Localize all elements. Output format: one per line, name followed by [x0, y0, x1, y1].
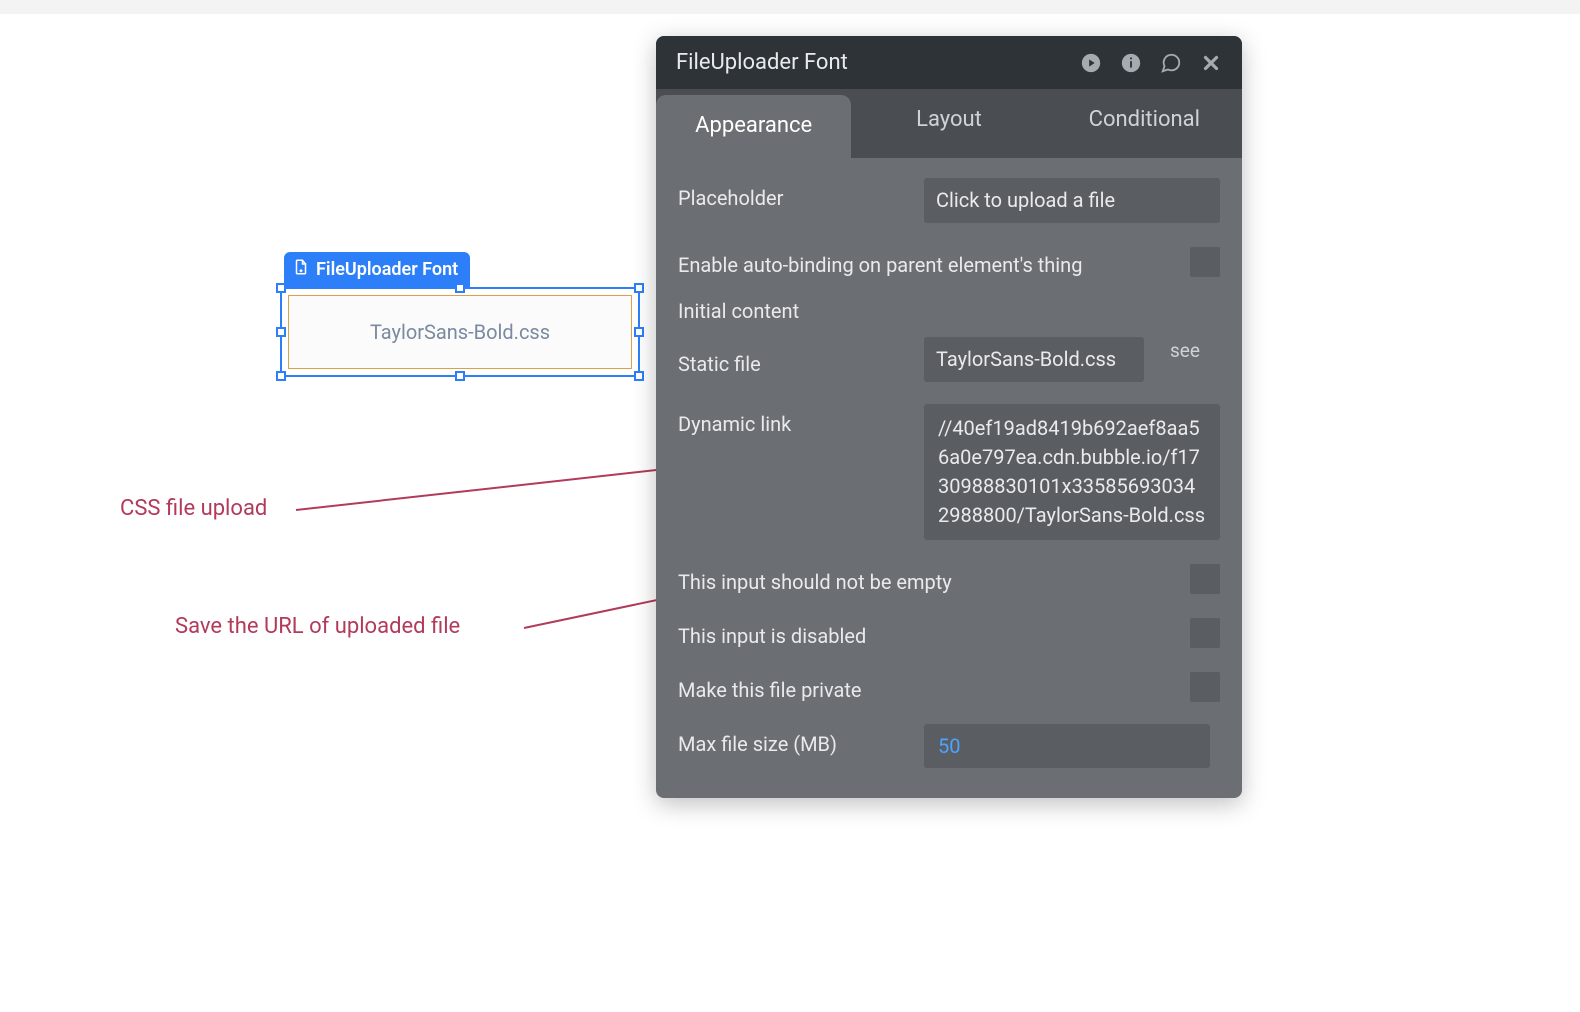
resize-handle[interactable]	[276, 283, 286, 293]
panel-tabs: Appearance Layout Conditional	[656, 89, 1242, 158]
auto-binding-checkbox[interactable]	[1190, 247, 1220, 277]
row-dynamic-link: Dynamic link //40ef19ad8419b692aef8aa56a…	[678, 404, 1220, 540]
max-size-input[interactable]: 50	[924, 724, 1210, 768]
selection-outline[interactable]: TaylorSans-Bold.css	[280, 287, 640, 377]
tab-label: Appearance	[695, 113, 812, 138]
element-type-badge: FileUploader Font	[284, 252, 470, 287]
static-file-label: Static file	[678, 344, 908, 376]
annotation-save-url: Save the URL of uploaded file	[175, 614, 460, 639]
row-placeholder: Placeholder Click to upload a file	[678, 178, 1220, 223]
not-empty-label: This input should not be empty	[678, 562, 1174, 594]
annotation-css-upload: CSS file upload	[120, 496, 267, 521]
resize-handle[interactable]	[455, 371, 465, 381]
file-uploader-preview[interactable]: TaylorSans-Bold.css	[288, 295, 632, 369]
row-auto-binding: Enable auto-binding on parent element's …	[678, 245, 1220, 277]
see-link[interactable]: see	[1170, 337, 1200, 362]
dynamic-link-input[interactable]: //40ef19ad8419b692aef8aa56a0e797ea.cdn.b…	[924, 404, 1220, 540]
not-empty-checkbox[interactable]	[1190, 564, 1220, 594]
private-label: Make this file private	[678, 670, 1174, 702]
disabled-checkbox[interactable]	[1190, 618, 1220, 648]
auto-binding-label: Enable auto-binding on parent element's …	[678, 245, 1174, 277]
placeholder-label: Placeholder	[678, 178, 908, 210]
row-disabled: This input is disabled	[678, 616, 1220, 648]
row-max-size: Max file size (MB) 50	[678, 724, 1220, 768]
panel-header[interactable]: FileUploader Font	[656, 36, 1242, 89]
placeholder-input[interactable]: Click to upload a file	[924, 178, 1220, 223]
preview-icon[interactable]	[1080, 52, 1102, 74]
resize-handle[interactable]	[634, 371, 644, 381]
row-not-empty: This input should not be empty	[678, 562, 1220, 594]
tab-label: Conditional	[1089, 107, 1200, 132]
static-file-input[interactable]: TaylorSans-Bold.css	[924, 337, 1144, 382]
comment-icon[interactable]	[1160, 52, 1182, 74]
info-icon[interactable]	[1120, 52, 1142, 74]
canvas-selected-element[interactable]: FileUploader Font TaylorSans-Bold.css	[280, 252, 640, 377]
initial-content-label: Initial content	[678, 299, 1220, 323]
app-top-strip	[0, 0, 1580, 14]
file-icon	[292, 258, 310, 281]
close-icon[interactable]	[1200, 52, 1222, 74]
tab-layout[interactable]: Layout	[851, 89, 1046, 158]
resize-handle[interactable]	[634, 327, 644, 337]
resize-handle[interactable]	[276, 371, 286, 381]
panel-title: FileUploader Font	[676, 50, 848, 75]
tab-conditional[interactable]: Conditional	[1047, 89, 1242, 158]
resize-handle[interactable]	[634, 283, 644, 293]
file-uploader-value: TaylorSans-Bold.css	[370, 320, 550, 344]
dynamic-link-label: Dynamic link	[678, 404, 908, 436]
tab-appearance[interactable]: Appearance	[656, 95, 851, 158]
tab-label: Layout	[916, 107, 982, 132]
resize-handle[interactable]	[455, 283, 465, 293]
private-checkbox[interactable]	[1190, 672, 1220, 702]
resize-handle[interactable]	[276, 327, 286, 337]
max-size-label: Max file size (MB)	[678, 724, 908, 756]
property-panel[interactable]: FileUploader Font Appearance Layout Cond…	[656, 36, 1242, 798]
element-type-label: FileUploader Font	[316, 259, 458, 280]
disabled-label: This input is disabled	[678, 616, 1174, 648]
panel-body: Placeholder Click to upload a file Enabl…	[656, 158, 1242, 798]
row-static-file: Static file TaylorSans-Bold.css see	[678, 337, 1220, 382]
row-private: Make this file private	[678, 670, 1220, 702]
